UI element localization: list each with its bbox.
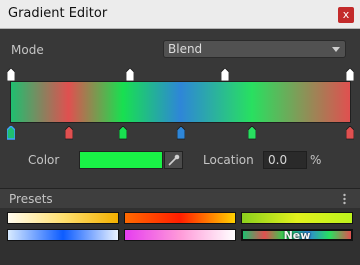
preset-swatch[interactable] [124, 229, 236, 241]
alpha-key-marker[interactable] [125, 66, 135, 82]
alpha-key-marker[interactable] [220, 66, 229, 82]
title-bar: Gradient Editor x [0, 0, 360, 29]
color-label: Color [28, 153, 60, 167]
presets-header: Presets [0, 188, 360, 208]
preset-swatch[interactable] [7, 229, 119, 241]
gradient-editor-window: Gradient Editor x Mode Blend Color Locat… [0, 0, 360, 265]
color-key-marker[interactable] [247, 125, 257, 140]
alpha-key-marker[interactable] [345, 66, 355, 82]
location-unit: % [310, 153, 322, 167]
new-preset-button[interactable]: New [241, 229, 353, 242]
window-title: Gradient Editor [8, 6, 108, 21]
gradient-preview[interactable] [10, 81, 351, 123]
eyedropper-button[interactable] [164, 151, 183, 169]
color-key-marker[interactable] [118, 125, 128, 140]
close-icon: x [342, 8, 350, 21]
location-label: Location [203, 153, 254, 167]
new-preset-label: New [283, 229, 311, 242]
mode-label: Mode [11, 43, 44, 57]
more-vertical-icon[interactable] [343, 193, 346, 205]
alpha-key-marker[interactable] [6, 66, 16, 82]
preset-swatch[interactable] [7, 212, 119, 224]
color-key-marker[interactable] [64, 125, 74, 140]
mode-dropdown[interactable]: Blend [163, 40, 346, 58]
color-key-marker[interactable] [345, 125, 355, 140]
color-key-marker[interactable] [176, 125, 185, 140]
mode-dropdown-value: Blend [168, 42, 203, 56]
chevron-down-icon [332, 47, 340, 52]
eyedropper-icon [168, 154, 180, 166]
presets-title: Presets [9, 192, 53, 206]
preset-swatch[interactable] [241, 212, 353, 224]
preset-swatch[interactable] [124, 212, 236, 224]
color-swatch[interactable] [79, 151, 163, 169]
color-key-marker[interactable] [6, 125, 16, 140]
location-input[interactable]: 0.0 [263, 151, 307, 169]
close-button[interactable]: x [338, 7, 354, 23]
